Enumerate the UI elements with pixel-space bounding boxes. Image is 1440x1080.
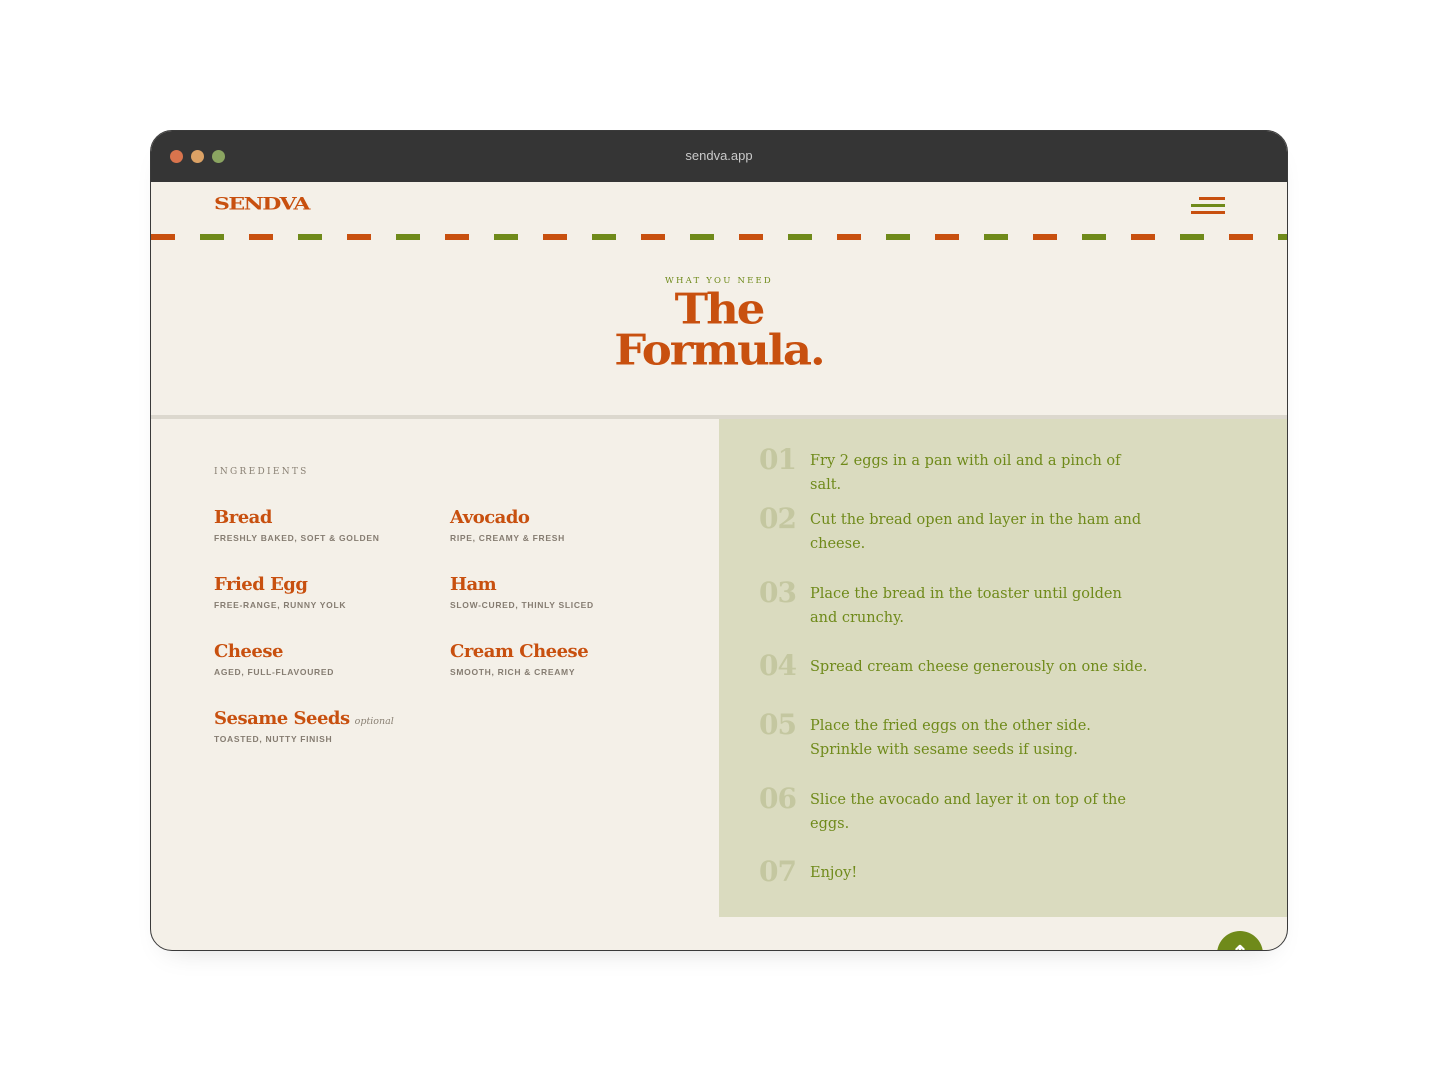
dash-segment	[739, 234, 763, 240]
dash-segment	[788, 234, 812, 240]
dash-segment	[494, 234, 518, 240]
optional-note: optional	[354, 716, 394, 727]
ingredient-desc: AGED, FULL-FLAVOURED	[214, 667, 335, 677]
dash-segment	[1131, 234, 1155, 240]
dash-segment	[543, 234, 567, 240]
ingredient-item: Bread FRESHLY BAKED, SOFT & GOLDEN	[214, 507, 444, 543]
ingredient-name: Avocado	[450, 507, 530, 528]
menu-line	[1199, 197, 1225, 200]
dash-segment	[445, 234, 469, 240]
dashed-divider	[151, 234, 1287, 242]
dash-segment	[984, 234, 1008, 240]
step-number: 02	[759, 502, 797, 535]
site-logo[interactable]: SENDVA	[214, 194, 310, 214]
address-bar-url[interactable]: sendva.app	[151, 148, 1287, 163]
ingredient-item: Cheese AGED, FULL-FLAVOURED	[214, 641, 444, 677]
dash-segment	[886, 234, 910, 240]
step-number: 07	[759, 855, 797, 888]
step-text: Cut the bread open and layer in the ham …	[810, 512, 1142, 552]
hamburger-menu-icon[interactable]	[1189, 196, 1225, 220]
step-number: 01	[759, 443, 797, 476]
ingredient-desc: FRESHLY BAKED, SOFT & GOLDEN	[214, 533, 380, 543]
scroll-to-top-button[interactable]: ↑	[1217, 931, 1263, 951]
ingredient-item: Sesame Seeds optional TOASTED, NUTTY FINI…	[214, 708, 444, 744]
ingredient-name: Cream Cheese	[450, 641, 589, 662]
dash-segment	[347, 234, 371, 240]
dash-segment	[837, 234, 861, 240]
menu-line	[1191, 211, 1225, 214]
step-item: 03 Place the bread in the toaster until …	[759, 576, 1159, 630]
dash-segment	[151, 234, 175, 240]
dash-segment	[1082, 234, 1106, 240]
dash-segment	[935, 234, 959, 240]
ingredient-desc: SMOOTH, RICH & CREAMY	[450, 667, 576, 677]
browser-window: sendva.app SENDVA WHAT YOU NEED The Form…	[150, 130, 1288, 951]
ingredient-item: Cream Cheese SMOOTH, RICH & CREAMY	[450, 641, 680, 677]
ingredients-label: INGREDIENTS	[214, 467, 309, 477]
page-content: SENDVA WHAT YOU NEED The Formula. INGRED…	[151, 182, 1287, 951]
step-item: 07 Enjoy!	[759, 855, 1159, 888]
ingredient-desc: TOASTED, NUTTY FINISH	[214, 734, 333, 744]
step-text: Place the bread in the toaster until gol…	[810, 586, 1122, 626]
dash-segment	[1229, 234, 1253, 240]
dash-segment	[1033, 234, 1057, 240]
dash-segment	[298, 234, 322, 240]
ingredient-item: Avocado RIPE, CREAMY & FRESH	[450, 507, 680, 543]
ingredient-desc: FREE-RANGE, RUNNY YOLK	[214, 600, 347, 610]
dash-segment	[690, 234, 714, 240]
ingredient-name: Ham	[450, 574, 497, 595]
step-item: 01 Fry 2 eggs in a pan with oil and a pi…	[759, 443, 1159, 497]
step-number: 06	[759, 782, 797, 815]
dash-segment	[200, 234, 224, 240]
dash-segment	[396, 234, 420, 240]
dash-segment	[1180, 234, 1204, 240]
steps-panel: 01 Fry 2 eggs in a pan with oil and a pi…	[719, 419, 1287, 917]
page-title-line-2: Formula.	[614, 325, 825, 375]
dash-segment	[249, 234, 273, 240]
ingredient-name-text: Sesame Seeds	[214, 708, 350, 729]
step-text: Fry 2 eggs in a pan with oil and a pinch…	[810, 453, 1121, 493]
ingredient-name: Fried Egg	[214, 574, 308, 595]
ingredient-item: Fried Egg FREE-RANGE, RUNNY YOLK	[214, 574, 444, 610]
page-title-line-1: The	[674, 284, 766, 334]
dash-segment	[1278, 234, 1287, 240]
dash-segment	[641, 234, 665, 240]
step-item: 06 Slice the avocado and layer it on top…	[759, 782, 1159, 836]
ingredients-panel: INGREDIENTS Bread FRESHLY BAKED, SOFT & …	[151, 419, 719, 950]
step-item: 02 Cut the bread open and layer in the h…	[759, 502, 1159, 556]
ingredient-name: Bread	[214, 507, 272, 528]
step-text: Place the fried eggs on the other side. …	[810, 718, 1091, 758]
ingredient-name: Cheese	[214, 641, 283, 662]
menu-line	[1191, 204, 1225, 207]
dash-segment	[592, 234, 616, 240]
arrow-up-icon: ↑	[1231, 942, 1249, 951]
step-number: 05	[759, 708, 797, 741]
step-number: 03	[759, 576, 797, 609]
step-text: Enjoy!	[810, 865, 858, 881]
step-item: 05 Place the fried eggs on the other sid…	[759, 708, 1159, 762]
step-text: Spread cream cheese generously on one si…	[810, 659, 1148, 675]
step-number: 04	[759, 649, 797, 682]
ingredient-desc: RIPE, CREAMY & FRESH	[450, 533, 565, 543]
page-title: The Formula.	[151, 284, 1287, 375]
step-text: Slice the avocado and layer it on top of…	[810, 792, 1126, 832]
step-item: 04 Spread cream cheese generously on one…	[759, 649, 1159, 682]
browser-titlebar: sendva.app	[151, 131, 1287, 182]
ingredient-name: Sesame Seeds optional	[214, 708, 444, 729]
ingredient-item: Ham SLOW-CURED, THINLY SLICED	[450, 574, 680, 610]
ingredient-desc: SLOW-CURED, THINLY SLICED	[450, 600, 594, 610]
